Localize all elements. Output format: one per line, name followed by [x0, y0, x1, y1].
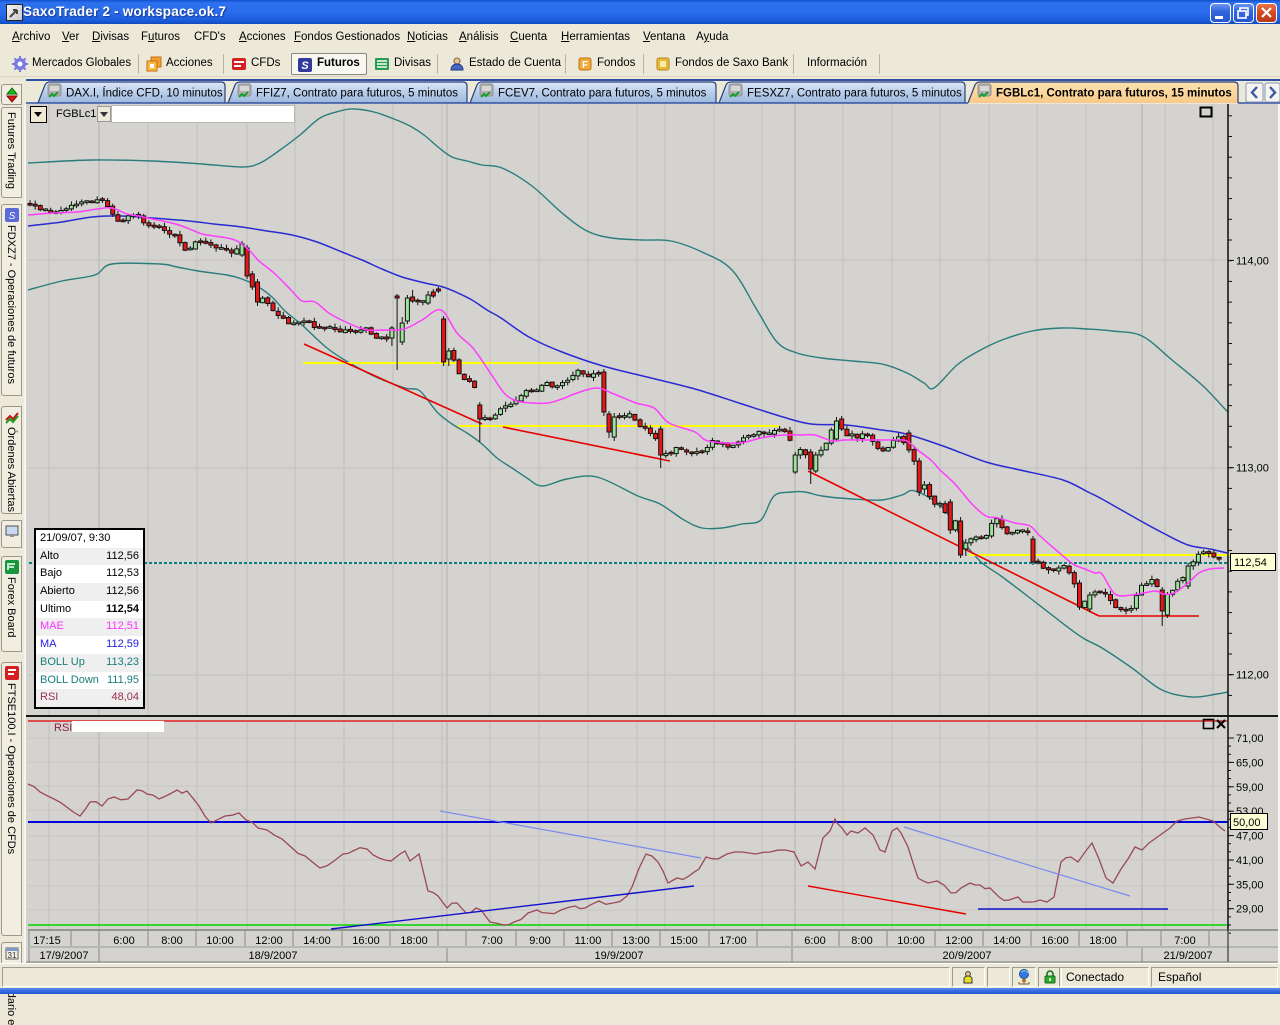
svg-text:71,00: 71,00: [1236, 733, 1264, 745]
svg-text:10:00: 10:00: [206, 935, 234, 947]
svg-text:18/9/2007: 18/9/2007: [249, 950, 298, 962]
svg-text:6:00: 6:00: [113, 935, 134, 947]
svg-text:112,00: 112,00: [1236, 670, 1269, 682]
svg-text:113,00: 113,00: [1236, 463, 1269, 475]
svg-text:17:00: 17:00: [719, 935, 747, 947]
svg-text:8:00: 8:00: [161, 935, 182, 947]
svg-text:31: 31: [8, 951, 17, 960]
svg-text:S: S: [9, 211, 16, 222]
svg-text:35,00: 35,00: [1236, 879, 1264, 891]
svg-text:7:00: 7:00: [481, 935, 502, 947]
svg-text:18:00: 18:00: [400, 935, 428, 947]
svg-text:65,00: 65,00: [1236, 757, 1264, 769]
svg-text:S: S: [301, 60, 309, 72]
svg-text:DAX.I, Índice CFD, 10 minutos: DAX.I, Índice CFD, 10 minutos: [66, 87, 223, 100]
svg-text:18:00: 18:00: [1089, 935, 1117, 947]
svg-text:F: F: [582, 60, 588, 71]
svg-text:13:00: 13:00: [622, 935, 650, 947]
svg-text:16:00: 16:00: [352, 935, 380, 947]
svg-text:112,54: 112,54: [1234, 557, 1267, 569]
svg-text:59,00: 59,00: [1236, 782, 1264, 794]
svg-text:10:00: 10:00: [897, 935, 925, 947]
svg-text:12:00: 12:00: [945, 935, 973, 947]
svg-text:11:00: 11:00: [575, 935, 602, 947]
svg-text:41,00: 41,00: [1236, 855, 1264, 867]
svg-text:20/9/2007: 20/9/2007: [943, 950, 992, 962]
svg-text:114,00: 114,00: [1236, 255, 1269, 267]
svg-text:15:00: 15:00: [670, 935, 698, 947]
svg-text:RSI: RSI: [54, 722, 72, 734]
svg-text:7:00: 7:00: [1174, 935, 1195, 947]
svg-text:47,00: 47,00: [1236, 831, 1264, 843]
svg-text:6:00: 6:00: [804, 935, 825, 947]
svg-text:FESXZ7, Contrato para futuros,: FESXZ7, Contrato para futuros, 5 minutos: [747, 88, 962, 100]
svg-text:21/9/2007: 21/9/2007: [1164, 950, 1213, 962]
svg-text:19/9/2007: 19/9/2007: [595, 950, 644, 962]
svg-text:17/9/2007: 17/9/2007: [40, 950, 89, 962]
svg-text:50,00: 50,00: [1233, 817, 1261, 829]
svg-text:12:00: 12:00: [255, 935, 283, 947]
svg-text:17:15: 17:15: [33, 935, 61, 947]
svg-text:FGBLc1, Contrato para futuros,: FGBLc1, Contrato para futuros, 15 minuto…: [996, 88, 1232, 100]
svg-text:16:00: 16:00: [1041, 935, 1069, 947]
svg-text:14:00: 14:00: [303, 935, 331, 947]
svg-text:FFIZ7, Contrato para futuros,: FFIZ7, Contrato para futuros, 5 minutos: [256, 88, 458, 100]
svg-text:9:00: 9:00: [529, 935, 550, 947]
svg-text:8:00: 8:00: [851, 935, 872, 947]
svg-text:14:00: 14:00: [993, 935, 1021, 947]
svg-text:FCEV7, Contrato para futuros,: FCEV7, Contrato para futuros, 5 minutos: [498, 88, 707, 100]
svg-text:29,00: 29,00: [1236, 904, 1264, 916]
